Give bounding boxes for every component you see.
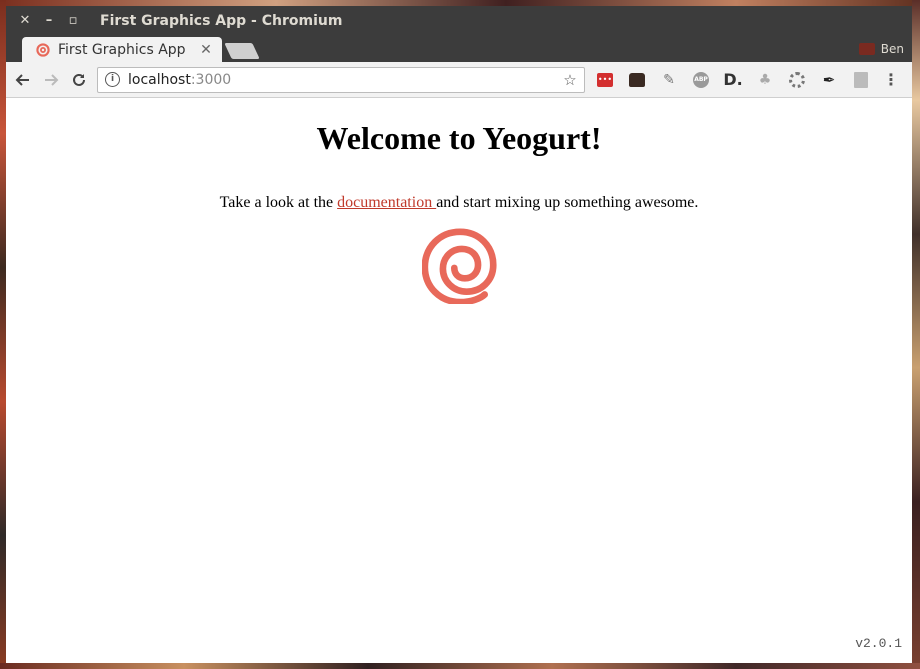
reader-icon xyxy=(854,71,868,88)
yeogurt-favicon-icon xyxy=(36,42,50,57)
d-icon: D. xyxy=(723,70,743,89)
yeogurt-logo-icon xyxy=(422,228,497,304)
documentation-link[interactable]: documentation xyxy=(337,194,436,211)
title-bar: ✕ – ▫ First Graphics App - Chromium xyxy=(6,6,912,35)
back-button[interactable] xyxy=(9,66,37,94)
reload-button[interactable] xyxy=(65,66,93,94)
pushpin-icon: ✒ xyxy=(822,70,836,89)
url-text[interactable]: localhost:3000 xyxy=(128,72,560,88)
lastpass-extension-button[interactable]: ••• xyxy=(593,68,617,92)
bookmark-star-icon[interactable]: ☆ xyxy=(560,71,580,89)
browser-toolbar: i localhost:3000 ☆ ••• ✎ ABP D. ♣ ✒ ⋮ xyxy=(6,62,912,98)
tab-close-icon[interactable]: ✕ xyxy=(198,42,214,58)
tab-first-graphics-app[interactable]: First Graphics App ✕ xyxy=(22,37,222,62)
lastpass-icon: ••• xyxy=(597,72,613,87)
reload-icon xyxy=(73,73,85,86)
club-extension-button[interactable]: ♣ xyxy=(753,68,777,92)
pushpin-extension-button[interactable]: ✒ xyxy=(817,68,841,92)
desktop-background-bottom xyxy=(0,663,920,669)
window-minimize-button[interactable]: – xyxy=(37,6,61,35)
info-icon[interactable]: i xyxy=(105,72,120,87)
cat-icon xyxy=(629,72,645,87)
window-close-button[interactable]: ✕ xyxy=(13,6,37,35)
d-extension-button[interactable]: D. xyxy=(721,68,745,92)
tab-strip: First Graphics App ✕ Ben xyxy=(6,35,912,62)
new-tab-button[interactable] xyxy=(224,43,260,59)
pin-extension-button[interactable]: ✎ xyxy=(657,68,681,92)
cat-extension-button[interactable] xyxy=(625,68,649,92)
adblock-plus-extension-button[interactable]: ABP xyxy=(689,68,713,92)
profile-button[interactable]: Ben xyxy=(858,40,904,58)
forward-button[interactable] xyxy=(37,66,65,94)
intro-after: and start mixing up something awesome. xyxy=(436,194,699,211)
window-maximize-button[interactable]: ▫ xyxy=(61,6,85,35)
tab-title: First Graphics App xyxy=(58,41,186,58)
gear-extension-button[interactable] xyxy=(785,68,809,92)
club-icon: ♣ xyxy=(758,71,772,88)
profile-avatar-icon xyxy=(858,43,875,55)
version-label: v2.0.1 xyxy=(855,636,902,651)
arrow-right-icon xyxy=(45,73,59,86)
desktop-background-right xyxy=(912,0,920,669)
window-title: First Graphics App - Chromium xyxy=(100,12,343,29)
page-content: Welcome to Yeogurt! Take a look at the d… xyxy=(6,98,912,663)
profile-name: Ben xyxy=(880,42,904,56)
pin-icon: ✎ xyxy=(663,71,675,88)
page-heading: Welcome to Yeogurt! xyxy=(316,120,602,156)
gear-icon xyxy=(789,71,805,88)
arrow-left-icon xyxy=(15,73,29,86)
reader-extension-button[interactable] xyxy=(849,68,873,92)
url-host: localhost xyxy=(128,71,191,88)
browser-menu-icon[interactable]: ⋮ xyxy=(881,70,901,89)
adblock-plus-icon: ABP xyxy=(693,71,709,88)
url-port: :3000 xyxy=(190,71,232,88)
address-bar[interactable]: i localhost:3000 ☆ xyxy=(97,66,585,93)
intro-before: Take a look at the xyxy=(219,194,338,211)
intro-text: Take a look at the documentation and sta… xyxy=(6,194,912,212)
browser-window: ✕ – ▫ First Graphics App - Chromium Firs… xyxy=(6,6,912,663)
